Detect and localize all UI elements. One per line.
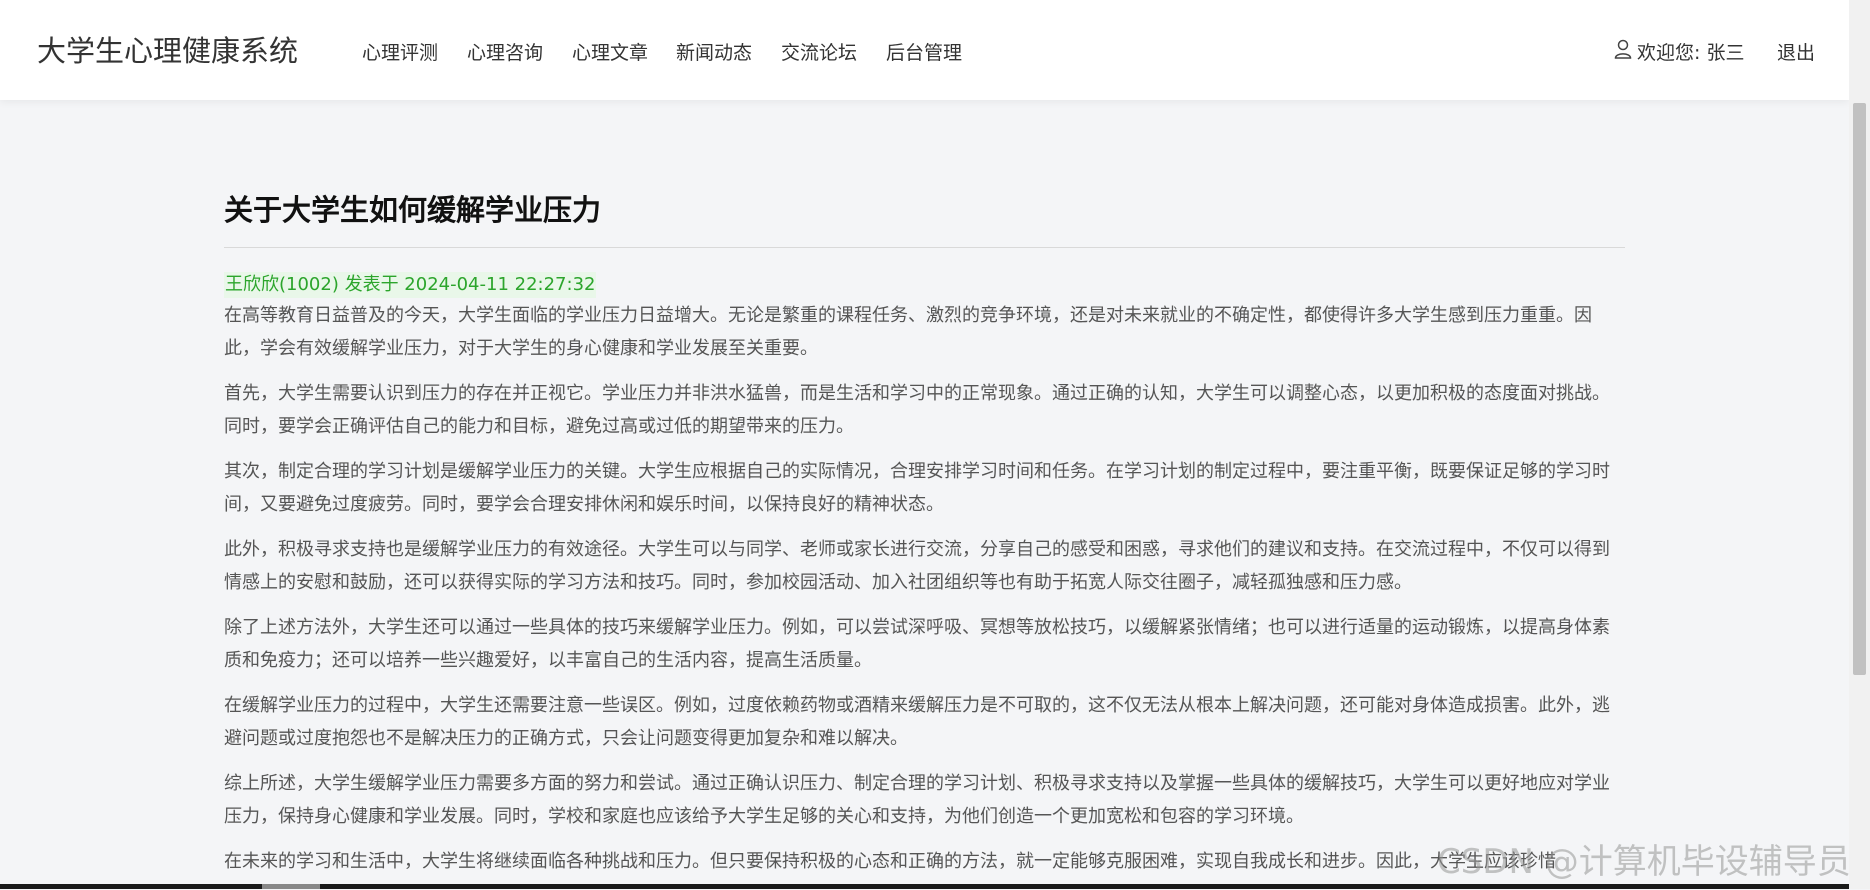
nav-item-psych-consult[interactable]: 心理咨询 [467,38,543,65]
article-paragraph: 在高等教育日益普及的今天，大学生面临的学业压力日益增大。无论是繁重的课程任务、激… [224,305,1592,359]
welcome-text: 欢迎您: 张三 [1637,42,1745,64]
logout-link[interactable]: 退出 [1777,38,1815,65]
nav-item-psych-articles[interactable]: 心理文章 [572,38,648,65]
site-brand[interactable]: 大学生心理健康系统 [37,28,298,70]
article-paragraph: 综上所述，大学生缓解学业压力需要多方面的努力和尝试。通过正确认识压力、制定合理的… [224,773,1610,827]
nav-item-forum[interactable]: 交流论坛 [781,38,857,65]
user-icon [1614,39,1637,64]
article: 关于大学生如何缓解学业压力 王欣欣(1002) 发表于 2024-04-11 2… [224,186,1625,890]
nav-item-admin[interactable]: 后台管理 [886,38,962,65]
title-divider [224,247,1625,248]
watermark: CSDN @计算机毕设辅导员 [1437,842,1851,882]
scrollbar-thumb[interactable] [1853,103,1866,675]
user-welcome[interactable]: 欢迎您: 张三 [1614,38,1744,65]
article-title: 关于大学生如何缓解学业压力 [224,193,602,227]
horizontal-scrollbar-thumb[interactable] [262,884,320,889]
article-paragraph: 其次，制定合理的学习计划是缓解学业压力的关键。大学生应根据自己的实际情况，合理安… [224,461,1610,515]
top-navbar: 大学生心理健康系统 心理评测 心理咨询 心理文章 新闻动态 交流论坛 后台管理 … [0,0,1849,100]
article-paragraph: 首先，大学生需要认识到压力的存在并正视它。学业压力并非洪水猛兽，而是生活和学习中… [224,383,1610,437]
nav-item-news[interactable]: 新闻动态 [676,38,752,65]
article-paragraph: 除了上述方法外，大学生还可以通过一些具体的技巧来缓解学业压力。例如，可以尝试深呼… [224,617,1610,671]
article-paragraph: 在缓解学业压力的过程中，大学生还需要注意一些误区。例如，过度依赖药物或酒精来缓解… [224,695,1610,749]
article-paragraph: 在未来的学习和生活中，大学生将继续面临各种挑战和压力。但只要保持积极的心态和正确… [224,851,1556,872]
article-meta: 王欣欣(1002) 发表于 2024-04-11 22:27:32 [224,272,597,298]
article-paragraph: 此外，积极寻求支持也是缓解学业压力的有效途径。大学生可以与同学、老师或家长进行交… [224,539,1610,593]
nav-item-psych-test[interactable]: 心理评测 [362,38,438,65]
